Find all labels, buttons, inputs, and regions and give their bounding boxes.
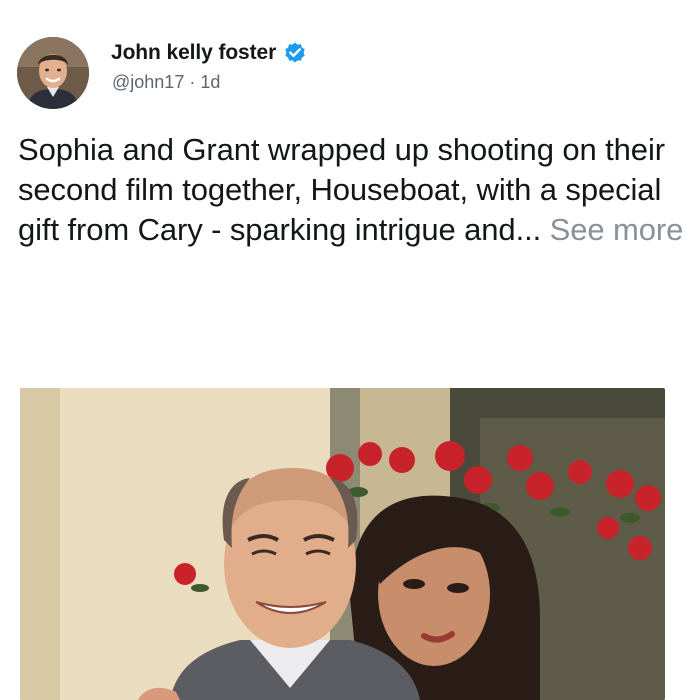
tweet-timestamp[interactable]: 1d [200, 72, 220, 93]
meta-separator: · [189, 72, 196, 92]
tweet-media[interactable] [20, 388, 665, 700]
tweet-meta: @john17 · 1d [112, 72, 220, 93]
author-avatar[interactable] [17, 37, 89, 109]
tweet-body: Sophia and Grant wrapped up shooting on … [18, 130, 688, 250]
avatar-photo [17, 37, 89, 109]
tweet-photo [20, 388, 665, 700]
author-handle[interactable]: @john17 [112, 72, 184, 93]
verified-badge-icon [285, 42, 305, 63]
see-more-link[interactable]: See more [550, 212, 684, 247]
author-display-name[interactable]: John kelly foster [111, 41, 276, 65]
author-name-row: John kelly foster [111, 38, 307, 68]
